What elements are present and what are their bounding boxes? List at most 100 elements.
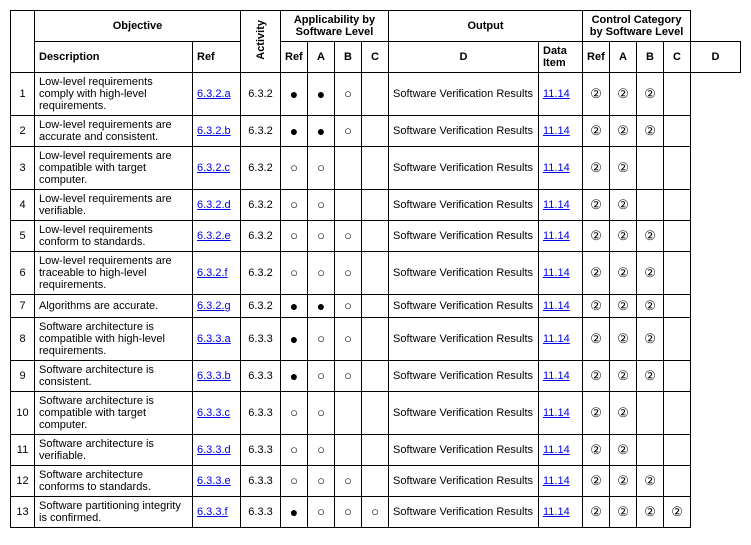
app-a: ● [281, 497, 308, 528]
activity-ref: 6.3.3 [241, 361, 281, 392]
ref-link[interactable]: 6.3.2.e [197, 230, 231, 242]
cc-c: ② [637, 221, 664, 252]
hollow-circle-icon: ○ [317, 160, 325, 175]
hollow-circle-icon: ○ [290, 405, 298, 420]
data-item: Software Verification Results [389, 295, 539, 318]
cc-b: ② [610, 221, 637, 252]
col-app-d: D [389, 42, 539, 73]
app-a: ○ [281, 190, 308, 221]
activity-ref: 6.3.3 [241, 318, 281, 361]
app-b: ● [308, 295, 335, 318]
solid-circle-icon: ● [290, 86, 298, 102]
activity-ref: 6.3.2 [241, 252, 281, 295]
cc-c: ② [637, 252, 664, 295]
ref-link[interactable]: 11.14 [543, 230, 570, 242]
ref-link[interactable]: 11.14 [543, 162, 570, 174]
app-d [362, 116, 389, 147]
cc-d [664, 466, 691, 497]
ref-link[interactable]: 11.14 [543, 199, 570, 211]
app-b: ● [308, 116, 335, 147]
cc-d [664, 116, 691, 147]
col-cc-d: D [691, 42, 741, 73]
cc-a: ② [583, 252, 610, 295]
app-b: ○ [308, 252, 335, 295]
data-item: Software Verification Results [389, 318, 539, 361]
activity-ref: 6.3.2 [241, 73, 281, 116]
ref-link[interactable]: 11.14 [543, 475, 570, 487]
solid-circle-icon: ● [317, 86, 325, 102]
ref-link[interactable]: 11.14 [543, 444, 570, 456]
objective-description: Software architecture conforms to standa… [35, 466, 193, 497]
ref-link[interactable]: 6.3.3.d [197, 444, 231, 456]
table-row: 10Software architecture is compatible wi… [11, 392, 741, 435]
ref-link[interactable]: 6.3.2.b [197, 125, 231, 137]
table-row: 8Software architecture is compatible wit… [11, 318, 741, 361]
col-outref: Ref [583, 42, 610, 73]
cc-b: ② [610, 466, 637, 497]
hollow-circle-icon: ○ [344, 331, 352, 346]
output-ref: 11.14 [539, 466, 583, 497]
app-a: ● [281, 73, 308, 116]
app-d [362, 73, 389, 116]
ref-link[interactable]: 6.3.3.e [197, 475, 231, 487]
objective-description: Algorithms are accurate. [35, 295, 193, 318]
cc-d [664, 221, 691, 252]
app-d [362, 221, 389, 252]
ref-link[interactable]: 6.3.2.f [197, 267, 228, 279]
cc-d [664, 73, 691, 116]
cc-b: ② [610, 147, 637, 190]
app-d [362, 318, 389, 361]
ref-link[interactable]: 6.3.3.b [197, 370, 231, 382]
ref-link[interactable]: 11.14 [543, 125, 570, 137]
cc-b: ② [610, 116, 637, 147]
ref-link[interactable]: 11.14 [543, 506, 570, 518]
cc-d [664, 295, 691, 318]
ref-link[interactable]: 11.14 [543, 370, 570, 382]
row-number: 10 [11, 392, 35, 435]
cc-b: ② [610, 392, 637, 435]
ref-link[interactable]: 11.14 [543, 333, 570, 345]
hollow-circle-icon: ○ [344, 368, 352, 383]
cc-a: ② [583, 435, 610, 466]
table-row: 6Low-level requirements are traceable to… [11, 252, 741, 295]
app-c [335, 392, 362, 435]
output-ref: 11.14 [539, 318, 583, 361]
hollow-circle-icon: ○ [317, 405, 325, 420]
col-applicability: Applicability by Software Level [281, 11, 389, 42]
cc-a: ② [583, 361, 610, 392]
ref-link[interactable]: 11.14 [543, 300, 570, 312]
hollow-circle-icon: ○ [344, 86, 352, 101]
ref-link[interactable]: 6.3.3.c [197, 407, 230, 419]
col-app-c: C [362, 42, 389, 73]
hollow-circle-icon: ○ [344, 228, 352, 243]
ref-link[interactable]: 6.3.3.a [197, 333, 231, 345]
app-d [362, 295, 389, 318]
app-b: ○ [308, 435, 335, 466]
ref-link[interactable]: 11.14 [543, 407, 570, 419]
output-ref: 11.14 [539, 73, 583, 116]
activity-ref: 6.3.3 [241, 392, 281, 435]
data-item: Software Verification Results [389, 190, 539, 221]
output-ref: 11.14 [539, 116, 583, 147]
ref-link[interactable]: 6.3.2.a [197, 88, 231, 100]
ref-link[interactable]: 11.14 [543, 267, 570, 279]
hollow-circle-icon: ○ [344, 504, 352, 519]
ref-link[interactable]: 11.14 [543, 88, 570, 100]
app-a: ○ [281, 221, 308, 252]
ref-link[interactable]: 6.3.2.g [197, 300, 231, 312]
output-ref: 11.14 [539, 361, 583, 392]
ref-link[interactable]: 6.3.3.f [197, 506, 228, 518]
ref-link[interactable]: 6.3.2.c [197, 162, 230, 174]
app-b: ○ [308, 190, 335, 221]
app-a: ○ [281, 392, 308, 435]
app-a: ○ [281, 435, 308, 466]
table-row: 12Software architecture conforms to stan… [11, 466, 741, 497]
cc-a: ② [583, 295, 610, 318]
hollow-circle-icon: ○ [290, 197, 298, 212]
activity-ref: 6.3.3 [241, 466, 281, 497]
ref-link[interactable]: 6.3.2.d [197, 199, 231, 211]
objective-ref: 6.3.2.f [193, 252, 241, 295]
app-b: ○ [308, 392, 335, 435]
row-number: 8 [11, 318, 35, 361]
col-actref: Ref [281, 42, 308, 73]
